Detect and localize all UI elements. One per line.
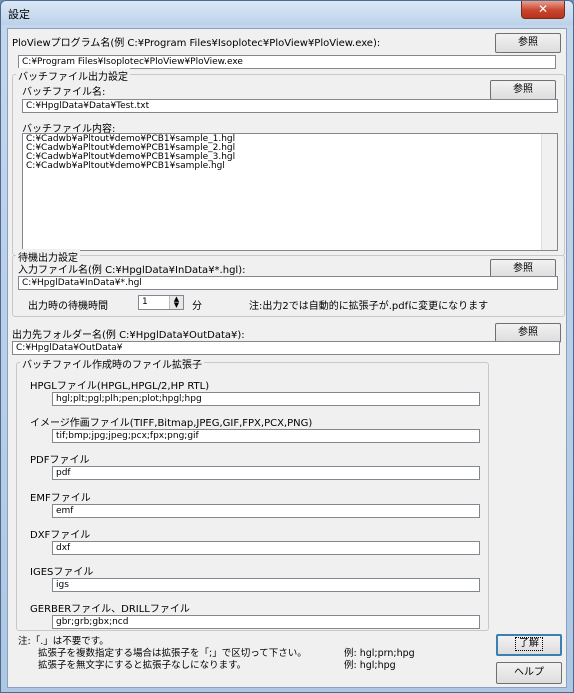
note-line-2-example: 例: hgl;prn;hpg bbox=[344, 648, 415, 659]
ok-button[interactable]: 了解 bbox=[496, 634, 562, 656]
ploview-label: PloViewプログラム名(例 C:¥Program Files¥Isoplot… bbox=[12, 38, 381, 49]
wait-time-spinner[interactable]: 1 ▲ ▼ bbox=[138, 295, 184, 310]
ploview-path-field[interactable]: C:¥Program Files¥Isoplotec¥PloView¥PloVi… bbox=[18, 55, 556, 69]
output-folder-label: 出力先フォルダー名(例 C:¥HpglData¥OutData¥): bbox=[12, 330, 245, 341]
output-folder-field[interactable]: C:¥HpglData¥OutData¥ bbox=[12, 341, 560, 355]
batch-content-textarea[interactable]: C:¥Cadwb¥aPltout¥demo¥PCB1¥sample_1.hgl … bbox=[22, 133, 558, 251]
standby-input-field[interactable]: C:¥HpglData¥InData¥*.hgl bbox=[18, 276, 558, 290]
image-ext-label: イメージ作画ファイル(TIFF,Bitmap,JPEG,GIF,FPX,PCX,… bbox=[30, 418, 313, 429]
standby-note: 注:出力2では自動的に拡張子が.pdfに変更になります bbox=[249, 301, 489, 312]
spinner-arrows-icon[interactable]: ▲ ▼ bbox=[169, 296, 183, 309]
gerber-ext-label: GERBERファイル、DRILLファイル bbox=[30, 604, 190, 615]
batch-file-browse-button[interactable]: 参照 bbox=[490, 80, 556, 100]
settings-window: 設定 ✕ PloViewプログラム名(例 C:¥Program Files¥Is… bbox=[0, 0, 574, 693]
gerber-ext-field[interactable]: gbr;grb;gbx;ncd bbox=[52, 615, 480, 629]
wait-time-value: 1 bbox=[142, 297, 148, 307]
emf-ext-field[interactable]: emf bbox=[52, 504, 480, 518]
image-ext-field[interactable]: tif;bmp;jpg;jpeg;pcx;fpx;png;gif bbox=[52, 429, 480, 443]
wait-time-label: 出力時の待機時間 bbox=[28, 301, 108, 312]
batch-content-line: C:¥Cadwb¥aPltout¥demo¥PCB1¥sample.hgl bbox=[26, 161, 225, 171]
extension-notes: 注:「.」は不要です。 bbox=[18, 636, 109, 648]
dxf-ext-label: DXFファイル bbox=[30, 530, 91, 541]
iges-ext-field[interactable]: igs bbox=[52, 578, 480, 592]
dxf-ext-field[interactable]: dxf bbox=[52, 541, 480, 555]
batch-output-group-title: バッチファイル出力設定 bbox=[16, 68, 130, 83]
note-line-1: 注:「.」は不要です。 bbox=[18, 636, 109, 647]
window-title: 設定 bbox=[8, 8, 30, 21]
hpgl-ext-label: HPGLファイル(HPGL,HPGL/2,HP RTL) bbox=[30, 381, 210, 392]
wait-time-unit: 分 bbox=[192, 301, 202, 312]
pdf-ext-label: PDFファイル bbox=[30, 455, 90, 466]
batch-content-scrollbar[interactable] bbox=[541, 134, 557, 250]
close-button[interactable]: ✕ bbox=[521, 1, 565, 19]
batch-file-field[interactable]: C:¥HpglData¥Data¥Test.txt bbox=[22, 99, 558, 113]
standby-input-label: 入力ファイル名(例 C:¥HpglData¥InData¥*.hgl): bbox=[18, 265, 246, 276]
note-line-2: 拡張子を複数指定する場合は拡張子を「;」で区切って下さい。 bbox=[38, 648, 307, 659]
ok-button-label: 了解 bbox=[515, 637, 543, 651]
title-bar[interactable]: 設定 ✕ bbox=[1, 1, 573, 25]
iges-ext-label: IGESファイル bbox=[30, 567, 94, 578]
note-line-3-example: 例: hgl;hpg bbox=[344, 660, 396, 671]
ploview-browse-button[interactable]: 参照 bbox=[495, 33, 561, 53]
output-folder-browse-button[interactable]: 参照 bbox=[495, 323, 561, 343]
dialog-body: PloViewプログラム名(例 C:¥Program Files¥Isoplot… bbox=[7, 28, 567, 688]
help-button[interactable]: ヘルプ bbox=[496, 662, 562, 684]
emf-ext-label: EMFファイル bbox=[30, 493, 91, 504]
pdf-ext-field[interactable]: pdf bbox=[52, 466, 480, 480]
hpgl-ext-field[interactable]: hgl;plt;pgl;plh;pen;plot;hpgl;hpg bbox=[52, 392, 480, 406]
extensions-group-title: バッチファイル作成時のファイル拡張子 bbox=[20, 356, 204, 371]
batch-file-label: バッチファイル名: bbox=[22, 87, 106, 98]
note-line-3: 拡張子を無文字にすると拡張子なしになります。 bbox=[38, 660, 247, 671]
